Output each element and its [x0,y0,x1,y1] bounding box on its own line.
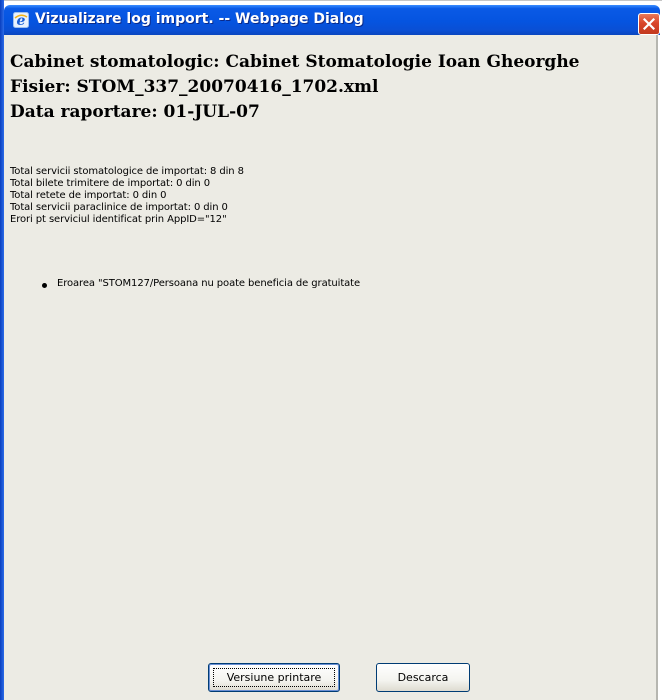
dialog-content [4,35,656,700]
print-version-label: Versiune printare [226,671,322,684]
download-label: Descarca [397,671,449,684]
bullet-icon [42,283,47,288]
print-version-button[interactable]: Versiune printare [208,663,340,692]
close-button[interactable] [638,13,660,35]
dialog-window: e Vizualizare log import. -- Webpage Dia… [0,0,662,700]
report-date-heading: Data raportare: 01-JUL-07 [10,102,260,122]
close-icon [643,18,655,30]
error-list-item: Eroarea "STOM127/Persoana nu poate benef… [57,278,361,289]
title-bar[interactable]: e Vizualizare log import. -- Webpage Dia… [4,5,660,35]
summary-line: Total retete de importat: 0 din 0 [10,190,167,201]
ie-icon: e [13,12,29,28]
window-title: Vizualizare log import. -- Webpage Dialo… [35,11,364,27]
content-scroll-edge [656,35,658,700]
cabinet-heading: Cabinet stomatologic: Cabinet Stomatolog… [10,52,580,72]
summary-line: Total servicii paraclinice de importat: … [10,202,228,213]
error-section-label: Erori pt serviciul identificat prin AppI… [10,214,227,225]
window-top-line [4,0,662,1]
file-heading: Fisier: STOM_337_20070416_1702.xml [10,77,379,97]
download-button[interactable]: Descarca [376,663,470,692]
summary-line: Total bilete trimitere de importat: 0 di… [10,178,211,189]
summary-line: Total servicii stomatologice de importat… [10,166,244,177]
